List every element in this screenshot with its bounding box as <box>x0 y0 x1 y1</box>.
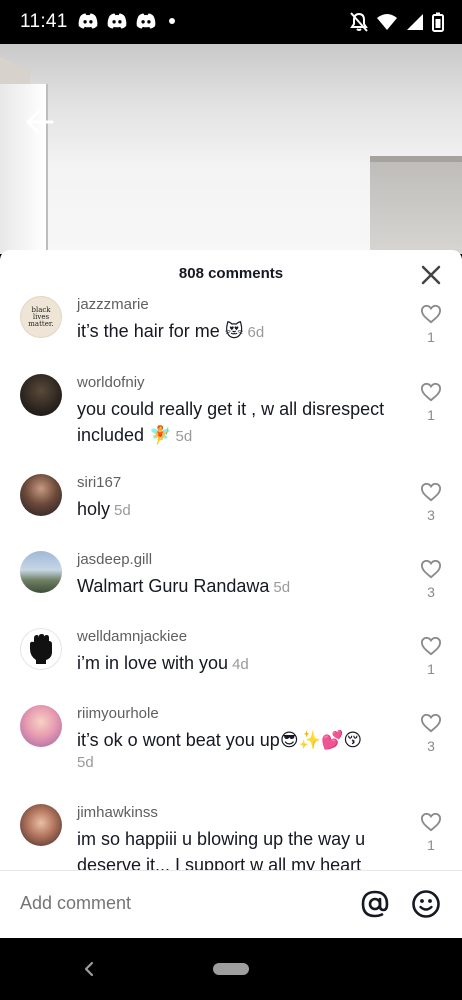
like-control[interactable]: 3 <box>416 559 446 600</box>
comments-count: 808 comments <box>178 265 284 282</box>
at-mention-icon[interactable] <box>359 888 391 920</box>
dot-icon <box>169 18 175 24</box>
comment-age: 5d <box>77 754 94 771</box>
battery-icon <box>432 12 444 32</box>
comment-emoji: 🧚 <box>149 425 172 445</box>
avatar[interactable] <box>20 804 62 846</box>
video-preview[interactable] <box>0 44 462 254</box>
heart-icon[interactable] <box>420 636 442 656</box>
comment-age: 4d <box>232 656 249 673</box>
comment-text-content: Walmart Guru Randawa <box>77 576 270 596</box>
comment-text: im so happiii u blowing up the way u des… <box>77 826 397 870</box>
signal-icon <box>407 14 423 30</box>
mute-icon <box>350 12 368 32</box>
nav-home-pill[interactable] <box>213 963 249 975</box>
compose-bar <box>0 870 462 938</box>
comments-header: 808 comments <box>0 250 462 296</box>
comment-text-content: i’m in love with you <box>77 653 229 673</box>
comment-username[interactable]: jazzzmarie <box>77 296 397 314</box>
discord-icon <box>78 13 98 29</box>
comment-text: you could really get it , w all disrespe… <box>77 396 397 450</box>
like-count: 3 <box>427 584 435 600</box>
heart-icon[interactable] <box>420 304 442 324</box>
back-arrow-icon[interactable] <box>24 106 56 138</box>
like-control[interactable]: 1 <box>416 304 446 345</box>
raised-fist-icon <box>30 634 52 664</box>
avatar[interactable] <box>20 705 62 747</box>
discord-icon <box>107 13 127 29</box>
like-control[interactable]: 3 <box>416 713 446 754</box>
comment-username[interactable]: jasdeep.gill <box>77 551 397 569</box>
comment-username[interactable]: riimyourhole <box>77 705 397 723</box>
heart-icon[interactable] <box>420 713 442 733</box>
comment-text-content: im so happiii u blowing up the way u des… <box>77 829 366 870</box>
comments-sheet: 808 comments black lives matter. jazzzma… <box>0 250 462 938</box>
comment-age: 6d <box>247 324 265 341</box>
emoji-icon[interactable] <box>410 888 442 920</box>
comment-emoji: 😎✨💕😚 <box>279 730 363 750</box>
close-icon[interactable] <box>420 264 442 286</box>
comment-username[interactable]: worldofniy <box>77 374 397 392</box>
heart-icon[interactable] <box>420 812 442 832</box>
comment-text: holy 5d <box>77 496 397 524</box>
add-comment-input[interactable] <box>20 893 340 914</box>
comment-text-content: you could really get it , w all disrespe… <box>77 399 385 445</box>
avatar[interactable] <box>20 474 62 516</box>
system-nav-bar <box>0 938 462 1000</box>
like-count: 1 <box>427 661 435 677</box>
status-right-icons <box>350 12 444 32</box>
like-count: 1 <box>427 407 435 423</box>
avatar-label: black lives matter. <box>28 305 54 328</box>
comment-text-content: it’s ok o wont beat you up <box>77 730 280 750</box>
comment-text-content: holy <box>77 499 111 519</box>
like-control[interactable]: 3 <box>416 482 446 523</box>
comment-text: i’m in love with you 4d <box>77 650 397 678</box>
avatar[interactable] <box>20 551 62 593</box>
heart-icon[interactable] <box>420 482 442 502</box>
nav-back-icon[interactable] <box>80 960 98 978</box>
video-background-shape <box>370 156 462 254</box>
avatar[interactable] <box>20 374 62 416</box>
comment-list: black lives matter. jazzzmarie it’s the … <box>0 296 462 870</box>
comment-text: Walmart Guru Randawa 5d <box>77 573 397 601</box>
status-time: 11:41 <box>20 11 68 32</box>
avatar[interactable] <box>20 628 62 670</box>
avatar[interactable]: black lives matter. <box>20 296 62 338</box>
heart-icon[interactable] <box>420 559 442 579</box>
heart-icon[interactable] <box>420 382 442 402</box>
like-control[interactable]: 1 <box>416 382 446 423</box>
comment-text: it’s the hair for me 😻 6d <box>77 318 397 346</box>
like-count: 1 <box>427 837 435 853</box>
status-bar: 11:41 <box>0 0 462 44</box>
like-count: 1 <box>427 329 435 345</box>
like-control[interactable]: 1 <box>416 812 446 853</box>
discord-icon <box>136 13 156 29</box>
like-control[interactable]: 1 <box>416 636 446 677</box>
like-count: 3 <box>427 738 435 754</box>
comment-emoji: 😻 <box>224 321 244 341</box>
comment-age: 5d <box>114 502 131 519</box>
comment-username[interactable]: welldamnjackiee <box>77 628 397 646</box>
wifi-icon <box>377 14 397 30</box>
like-count: 3 <box>427 507 435 523</box>
comment-username[interactable]: jimhawkinss <box>77 804 397 822</box>
comment-username[interactable]: siri167 <box>77 474 397 492</box>
notification-icons <box>78 12 175 30</box>
comment-text: it’s ok o wont beat you up😎✨💕😚 5d <box>77 727 397 773</box>
comment-age: 5d <box>175 428 193 445</box>
comment-age: 5d <box>273 579 291 596</box>
comment-text-content: it’s the hair for me <box>77 321 220 341</box>
